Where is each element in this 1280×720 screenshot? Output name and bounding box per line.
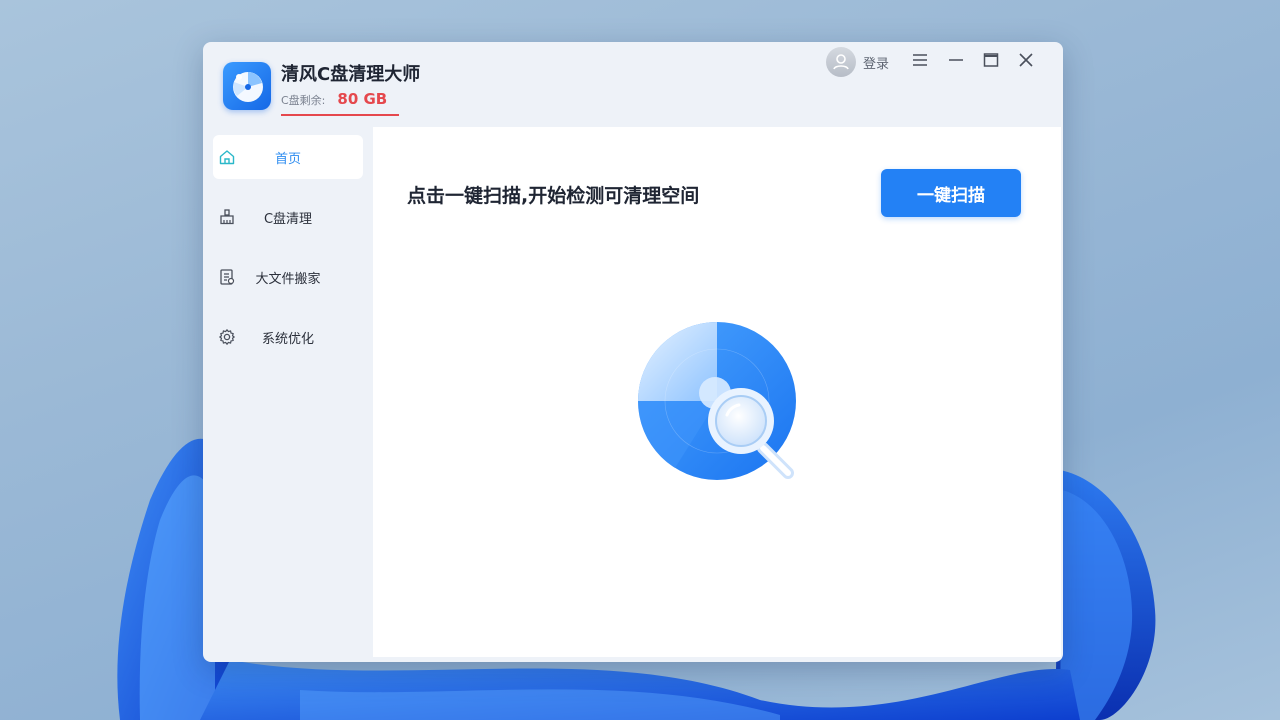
minimize-icon[interactable] (944, 48, 968, 72)
sidebar-item-label: 大文件搬家 (255, 271, 321, 287)
sidebar: 首页 C盘清理 大文件搬家 系统优化 (203, 128, 373, 662)
disk-free-label: C盘剩余: (281, 94, 326, 107)
maximize-icon[interactable] (979, 48, 1003, 72)
sidebar-item-label: 系统优化 (261, 331, 314, 347)
sidebar-item-c-drive-clean[interactable]: C盘清理 (213, 195, 363, 239)
sidebar-item-label: 首页 (274, 151, 301, 167)
app-title: 清风C盘清理大师 (281, 64, 421, 85)
desktop: 清风C盘清理大师 C盘剩余: 80 GB 登录 首页 C盘清理 大文件搬家 系统… (0, 0, 1280, 720)
sidebar-item-home[interactable]: 首页 (213, 135, 363, 179)
disk-usage-bar-fill (281, 114, 399, 116)
sidebar-item-large-file-move[interactable]: 大文件搬家 (213, 255, 363, 299)
scan-prompt: 点击一键扫描,开始检测可清理空间 (407, 185, 700, 207)
disk-free-info: C盘剩余: 80 GB (281, 90, 387, 116)
menu-icon[interactable] (908, 48, 932, 72)
scan-magnifier-icon (635, 321, 805, 491)
sidebar-item-label: C盘清理 (263, 211, 313, 227)
user-avatar-icon[interactable] (826, 47, 856, 77)
sidebar-item-system-optimize[interactable]: 系统优化 (213, 315, 363, 359)
disk-free-value: 80 GB (337, 90, 388, 108)
disk-usage-bar (281, 114, 399, 116)
one-click-scan-button[interactable]: 一键扫描 (881, 169, 1021, 217)
app-window: 清风C盘清理大师 C盘剩余: 80 GB 登录 首页 C盘清理 大文件搬家 系统… (203, 42, 1063, 662)
close-icon[interactable] (1014, 48, 1038, 72)
login-link[interactable]: 登录 (863, 53, 889, 72)
main-panel: 点击一键扫描,开始检测可清理空间 一键扫描 (373, 127, 1061, 657)
app-logo-icon (223, 62, 271, 110)
